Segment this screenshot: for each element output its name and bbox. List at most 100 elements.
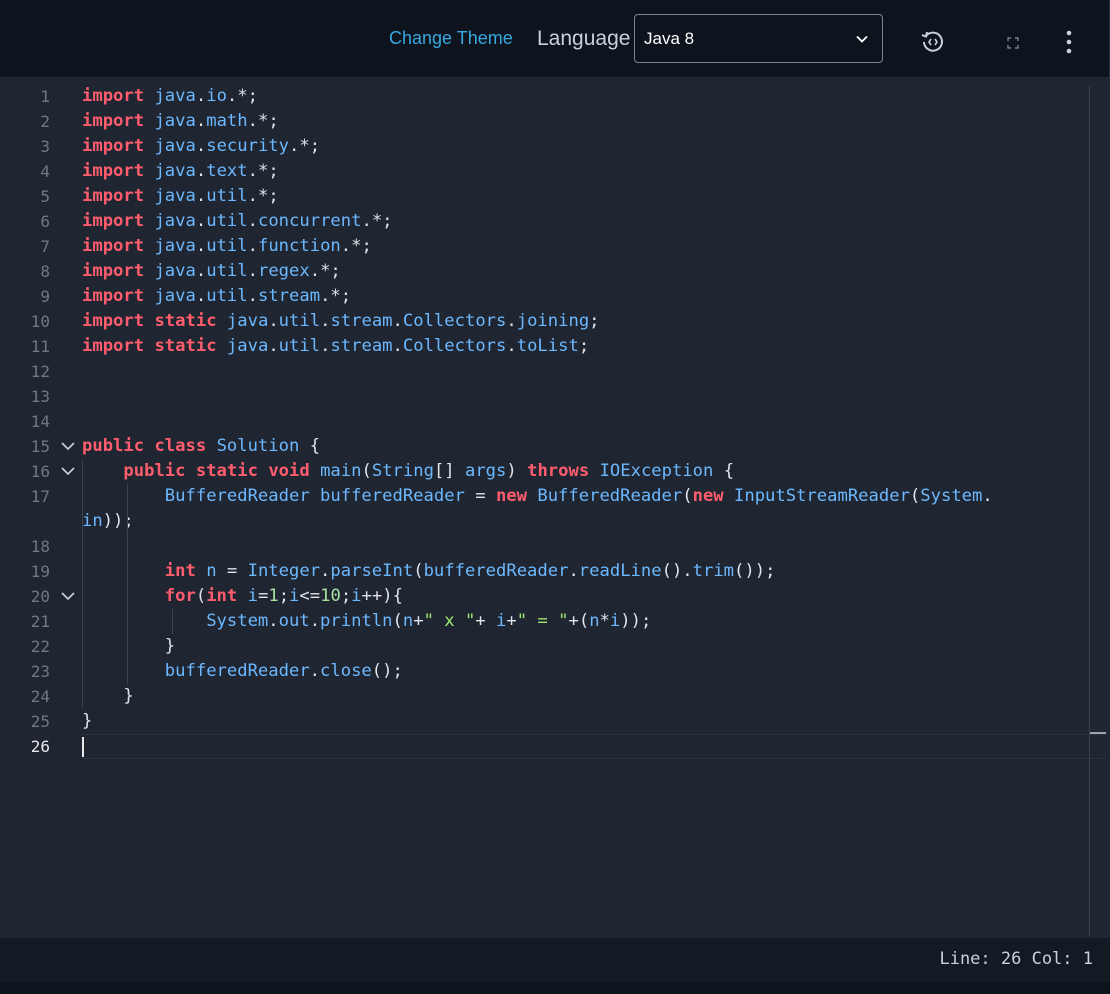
code-line: public class Solution { bbox=[82, 434, 320, 459]
code-token: = bbox=[216, 561, 248, 581]
fold-chevron-icon[interactable] bbox=[60, 463, 76, 479]
line-number: 8 bbox=[40, 262, 50, 281]
vertical-scrollbar[interactable] bbox=[1089, 86, 1090, 936]
code-token: . bbox=[320, 311, 331, 331]
code-token: Solution bbox=[216, 436, 300, 456]
code-token: System bbox=[206, 611, 269, 631]
code-token: . bbox=[268, 311, 279, 331]
line-number: 13 bbox=[30, 387, 50, 406]
code-token: " = " bbox=[516, 611, 569, 631]
code-token: println bbox=[320, 611, 393, 631]
line-number: 7 bbox=[40, 237, 50, 256]
code-token: .*; bbox=[309, 261, 341, 281]
code-token: import bbox=[82, 211, 145, 231]
code-line: int n = Integer.parseInt(bufferedReader.… bbox=[82, 559, 776, 584]
code-token: joining bbox=[516, 311, 590, 331]
code-token: + bbox=[475, 611, 497, 631]
code-line: } bbox=[82, 709, 92, 734]
code-token: . bbox=[320, 561, 331, 581]
cursor-position: Line: 26 Col: 1 bbox=[939, 949, 1093, 969]
code-token: . bbox=[195, 86, 207, 106]
line-number: 1 bbox=[40, 87, 50, 106]
code-token: .*; bbox=[226, 86, 258, 106]
indent-guide bbox=[172, 609, 173, 634]
code-token: . bbox=[268, 611, 279, 631]
code-line: } bbox=[82, 634, 175, 659]
language-label: Language bbox=[537, 27, 631, 50]
code-token: for bbox=[164, 586, 196, 606]
editor-toolbar: Change Theme Language Java 8 bbox=[0, 0, 1110, 78]
code-token: import bbox=[82, 136, 145, 156]
code-token: import bbox=[82, 261, 145, 281]
code-token: 10 bbox=[320, 586, 341, 606]
code-token: bufferedReader bbox=[320, 486, 465, 506]
code-token: = bbox=[464, 486, 496, 506]
code-token: <= bbox=[299, 586, 321, 606]
code-token: ; bbox=[578, 336, 590, 356]
code-token: import bbox=[82, 286, 145, 306]
code-token: class bbox=[154, 436, 207, 456]
code-line: in)); bbox=[82, 509, 134, 534]
code-token: ) bbox=[506, 461, 528, 481]
change-theme-link[interactable]: Change Theme bbox=[389, 28, 513, 49]
code-token: . bbox=[247, 236, 258, 256]
code-token: Collectors bbox=[402, 311, 507, 331]
fold-chevron-icon[interactable] bbox=[60, 438, 76, 454]
restore-icon[interactable] bbox=[920, 29, 946, 55]
code-token: public bbox=[82, 436, 145, 456]
line-number: 17 bbox=[30, 487, 50, 506]
code-token: import bbox=[82, 86, 145, 106]
code-token: java bbox=[226, 311, 269, 331]
language-select[interactable]: Java 8 bbox=[634, 14, 883, 63]
code-token: Collectors bbox=[402, 336, 507, 356]
code-editor[interactable]: 1 2 3 4 5 6 7 8 9 10 11 12 13 14 15 16 17 18 19 20 21 22 23 24 2… bbox=[0, 78, 1110, 938]
code-token: )); bbox=[620, 611, 652, 631]
code-token: static bbox=[154, 311, 217, 331]
code-token: { bbox=[299, 436, 321, 456]
code-token: . bbox=[506, 311, 517, 331]
code-token: . bbox=[195, 286, 207, 306]
code-token: math bbox=[206, 111, 248, 131]
code-token: i bbox=[351, 586, 362, 606]
code-token: . bbox=[268, 336, 279, 356]
code-token: . bbox=[982, 486, 993, 506]
line-number: 2 bbox=[40, 112, 50, 131]
code-token: ( bbox=[909, 486, 921, 506]
code-token: args bbox=[464, 461, 507, 481]
code-token: InputStreamReader bbox=[734, 486, 910, 506]
code-token: n bbox=[402, 611, 414, 631]
code-token: java bbox=[154, 186, 196, 206]
more-vertical-icon[interactable] bbox=[1064, 30, 1074, 54]
code-token: ( bbox=[195, 586, 207, 606]
scrollbar-cursor-marker bbox=[1090, 732, 1106, 734]
code-token: . bbox=[309, 661, 321, 681]
code-token: n bbox=[206, 561, 217, 581]
code-token: bufferedReader bbox=[423, 561, 569, 581]
code-token: . bbox=[195, 136, 207, 156]
code-token: import bbox=[82, 236, 145, 256]
indent-guide bbox=[127, 484, 128, 684]
code-token: text bbox=[206, 161, 248, 181]
bottom-strip bbox=[0, 982, 1110, 994]
code-token: import bbox=[82, 161, 145, 181]
code-token: readLine bbox=[578, 561, 662, 581]
fold-chevron-icon[interactable] bbox=[60, 588, 76, 604]
code-token: regex bbox=[257, 261, 310, 281]
line-number: 4 bbox=[40, 162, 50, 181]
code-token: .*; bbox=[289, 136, 321, 156]
code-token: static bbox=[195, 461, 258, 481]
fullscreen-icon[interactable] bbox=[1007, 37, 1019, 49]
